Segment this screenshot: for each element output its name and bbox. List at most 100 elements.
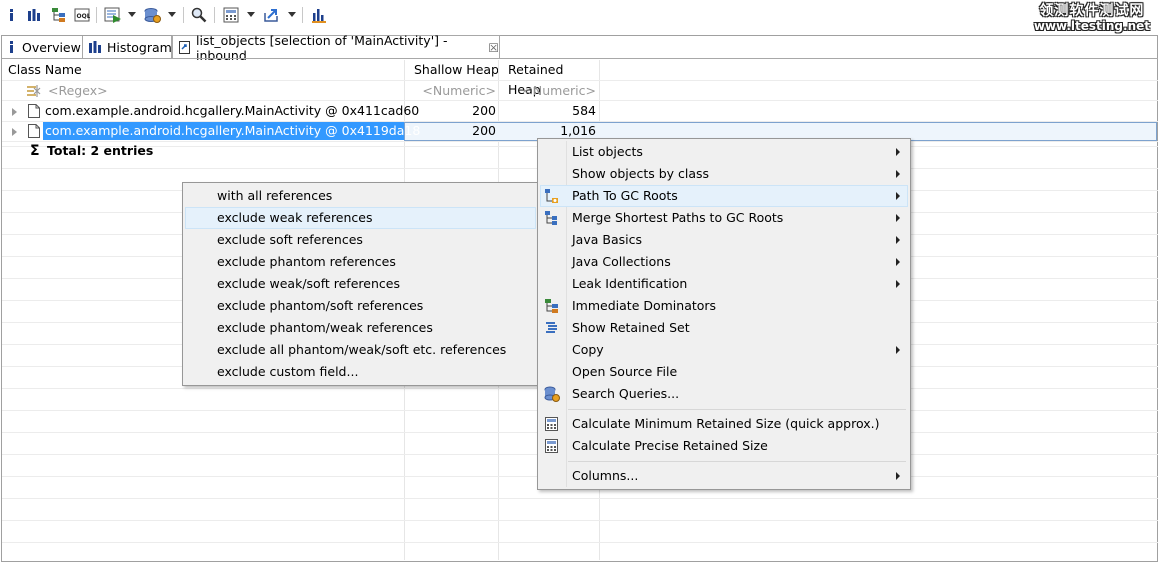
submenu-item-exclude-custom-field[interactable]: exclude custom field... (185, 361, 536, 383)
menu-item-copy[interactable]: Copy (540, 339, 908, 361)
watermark-line1: 领测软件测试网 (1039, 3, 1145, 19)
table-row-selected[interactable]: com.example.android.hcgallery.MainActivi… (43, 122, 420, 140)
submenu-arrow-icon (896, 280, 900, 288)
submenu-arrow-icon (896, 236, 900, 244)
menu-item-merge-shortest-paths[interactable]: Merge Shortest Paths to GC Roots (540, 207, 908, 229)
menu-item-columns[interactable]: Columns... (540, 465, 908, 487)
search-icon[interactable] (190, 6, 208, 24)
submenu-item-exclude-weak-references[interactable]: exclude weak references (185, 207, 536, 229)
run-report-dropdown[interactable] (128, 12, 136, 17)
menu-separator (568, 409, 906, 410)
submenu-arrow-icon (896, 258, 900, 266)
list-objects-icon (179, 41, 190, 54)
submenu-item-exclude-phantom-weak-references[interactable]: exclude phantom/weak references (185, 317, 536, 339)
menu-item-label: Path To GC Roots (572, 188, 678, 203)
submenu-arrow-icon (896, 192, 900, 200)
menu-item-label: exclude weak references (217, 210, 373, 225)
menu-item-path-to-gc-roots[interactable]: Path To GC Roots (540, 185, 908, 207)
column-header-retained-heap[interactable]: Retained Heap (502, 60, 600, 97)
menu-item-label: Java Collections (572, 254, 671, 269)
expand-row-icon[interactable] (12, 128, 17, 136)
calculate-dropdown[interactable] (247, 12, 255, 17)
tab-label: Overview (22, 39, 81, 55)
calculator-icon (544, 416, 560, 432)
histogram-icon[interactable] (26, 6, 42, 24)
export-icon[interactable] (262, 6, 282, 24)
menu-item-label: Immediate Dominators (572, 298, 717, 313)
column-header-class-name[interactable]: Class Name (2, 60, 404, 80)
table-row[interactable]: com.example.android.hcgallery.MainActivi… (45, 101, 419, 121)
submenu-item-exclude-phantom-soft-references[interactable]: exclude phantom/soft references (185, 295, 536, 317)
menu-item-label: List objects (572, 144, 643, 159)
calculate-icon[interactable] (222, 6, 240, 24)
submenu-item-exclude-soft-references[interactable]: exclude soft references (185, 229, 536, 251)
search-queries-icon (544, 386, 560, 402)
regex-filter-icon (26, 81, 42, 101)
regex-filter-input[interactable]: <Regex> (48, 81, 108, 101)
toolbar-separator (302, 7, 303, 23)
column-header-shallow-heap[interactable]: Shallow Heap (408, 60, 500, 80)
histogram-icon (89, 41, 101, 53)
submenu-arrow-icon (896, 148, 900, 156)
oql-icon[interactable]: OQL (73, 6, 91, 24)
menu-item-show-objects-by-class[interactable]: Show objects by class (540, 163, 908, 185)
query-browser-dropdown[interactable] (168, 12, 176, 17)
menu-item-show-retained-set[interactable]: Show Retained Set (540, 317, 908, 339)
close-tab-icon[interactable]: ☒ (488, 41, 499, 55)
submenu-item-exclude-all-references[interactable]: exclude all phantom/weak/soft etc. refer… (185, 339, 536, 361)
retained-heap-filter-input[interactable]: <Numeric> (498, 81, 596, 101)
menu-item-java-basics[interactable]: Java Basics (540, 229, 908, 251)
shallow-heap-value: 200 (472, 103, 496, 118)
info-icon[interactable] (6, 6, 18, 24)
menu-item-label: with all references (217, 188, 333, 203)
menu-item-search-queries[interactable]: Search Queries... (540, 383, 908, 405)
retained-heap-value: 584 (572, 103, 596, 118)
tab-overview[interactable]: Overview (2, 36, 83, 58)
heap-dump-overview-icon[interactable] (310, 6, 328, 24)
expand-row-icon[interactable] (12, 108, 17, 116)
total-entries-label: Total: 2 entries (47, 143, 154, 158)
query-browser-icon[interactable] (143, 6, 163, 24)
submenu-arrow-icon (896, 214, 900, 222)
menu-item-label: Java Basics (572, 232, 642, 247)
menu-item-label: Leak Identification (572, 276, 688, 291)
dominator-tree-icon[interactable] (50, 6, 68, 24)
shallow-heap-filter-input[interactable]: <Numeric> (404, 81, 496, 101)
submenu-arrow-icon (896, 472, 900, 480)
export-dropdown[interactable] (288, 12, 296, 17)
svg-text:OQL: OQL (77, 13, 91, 20)
menu-item-calculate-precise-retained-size[interactable]: Calculate Precise Retained Size (540, 435, 908, 457)
submenu-arrow-icon (896, 170, 900, 178)
toolbar-separator (214, 7, 215, 23)
menu-item-open-source-file[interactable]: Open Source File (540, 361, 908, 383)
object-icon (28, 101, 40, 121)
menu-item-immediate-dominators[interactable]: Immediate Dominators (540, 295, 908, 317)
menu-item-label: exclude custom field... (217, 364, 359, 379)
menu-item-label: exclude phantom/weak references (217, 320, 433, 335)
shallow-heap-value: 200 (472, 123, 496, 138)
menu-item-calculate-minimum-retained-size[interactable]: Calculate Minimum Retained Size (quick a… (540, 413, 908, 435)
run-report-icon[interactable] (103, 6, 123, 24)
menu-item-label: Calculate Minimum Retained Size (quick a… (572, 416, 880, 431)
tab-histogram[interactable]: Histogram (83, 36, 172, 58)
context-menu: List objects Show objects by class Path … (537, 138, 911, 490)
calculator-icon (544, 438, 560, 454)
tab-label: Histogram (107, 39, 172, 55)
submenu-item-with-all-references[interactable]: with all references (185, 185, 536, 207)
menu-item-label: Show Retained Set (572, 320, 690, 335)
submenu-item-exclude-phantom-references[interactable]: exclude phantom references (185, 251, 536, 273)
menu-item-list-objects[interactable]: List objects (540, 141, 908, 163)
watermark: 领测软件测试网 www.ltesting.net (1034, 4, 1150, 34)
object-icon (28, 121, 40, 141)
menu-item-java-collections[interactable]: Java Collections (540, 251, 908, 273)
menu-item-leak-identification[interactable]: Leak Identification (540, 273, 908, 295)
toolbar-separator (96, 7, 97, 23)
path-to-gc-roots-icon (544, 188, 560, 204)
menu-item-label: Search Queries... (572, 386, 680, 401)
row-gridline (2, 542, 1158, 543)
submenu-item-exclude-weak-soft-references[interactable]: exclude weak/soft references (185, 273, 536, 295)
editor-tabs: Overview Histogram list_objects [selecti… (2, 33, 1158, 63)
watermark-line2: www.ltesting.net (1033, 19, 1150, 33)
tab-list-objects[interactable]: list_objects [selection of 'MainActivity… (172, 33, 500, 63)
menu-item-label: exclude phantom/soft references (217, 298, 424, 313)
